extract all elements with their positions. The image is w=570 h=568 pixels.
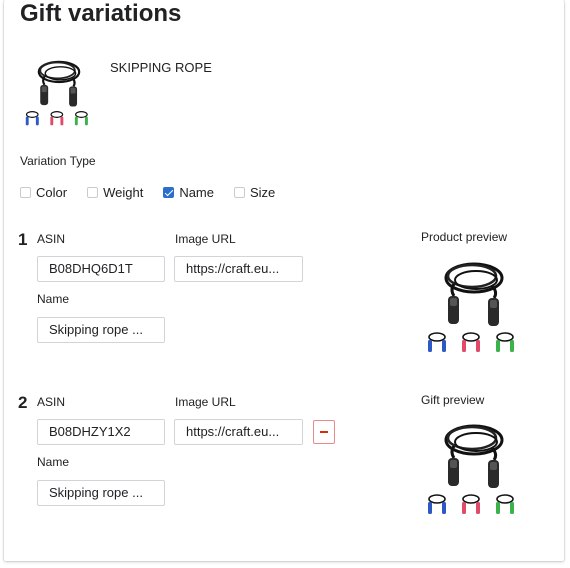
checkbox-weight-box[interactable] — [87, 187, 99, 198]
checkbox-name-box[interactable] — [163, 187, 175, 198]
skipping-rope-image — [20, 54, 98, 136]
image-url-input[interactable]: https://craft.eu... — [174, 256, 303, 282]
asin-label: ASIN — [37, 395, 66, 409]
product-name: SKIPPING ROPE — [110, 60, 212, 75]
gift-preview-image — [420, 418, 528, 526]
name-label: Name — [37, 455, 70, 469]
variation-type-options: Color Weight Name Size — [20, 185, 295, 200]
product-preview-label: Product preview — [421, 230, 508, 244]
checkbox-color[interactable]: Color — [20, 185, 67, 200]
checkbox-size-label: Size — [250, 185, 276, 200]
variation-number: 1 — [18, 230, 28, 249]
name-label: Name — [37, 292, 70, 306]
checkbox-name-label: Name — [179, 185, 214, 200]
variation-number: 2 — [18, 393, 28, 412]
checkbox-size[interactable]: Size — [234, 185, 275, 200]
remove-variation-button[interactable] — [313, 420, 335, 444]
asin-input[interactable]: B08DHZY1X2 — [37, 419, 165, 445]
checkbox-color-box[interactable] — [20, 187, 31, 198]
gift-variations-card: Gift variations SKIPPING ROPE Variation … — [4, 0, 564, 561]
checkbox-weight[interactable]: Weight — [87, 185, 143, 200]
image-url-label: Image URL — [175, 232, 236, 246]
variation-type-label: Variation Type — [20, 154, 96, 168]
gift-preview-label: Gift preview — [421, 393, 485, 407]
checkbox-weight-label: Weight — [103, 185, 144, 200]
image-url-label: Image URL — [175, 395, 236, 409]
checkbox-size-box[interactable] — [234, 187, 245, 198]
checkbox-name[interactable]: Name — [163, 185, 214, 200]
checkbox-color-label: Color — [36, 185, 68, 200]
product-preview-image — [420, 256, 528, 364]
name-input[interactable]: Skipping rope ... — [37, 317, 165, 343]
minus-icon — [320, 431, 328, 433]
image-url-input[interactable]: https://craft.eu... — [174, 419, 303, 445]
asin-input[interactable]: B08DHQ6D1T — [37, 256, 165, 282]
page-title: Gift variations — [20, 0, 182, 27]
name-input[interactable]: Skipping rope ... — [37, 480, 165, 506]
asin-label: ASIN — [37, 232, 66, 246]
